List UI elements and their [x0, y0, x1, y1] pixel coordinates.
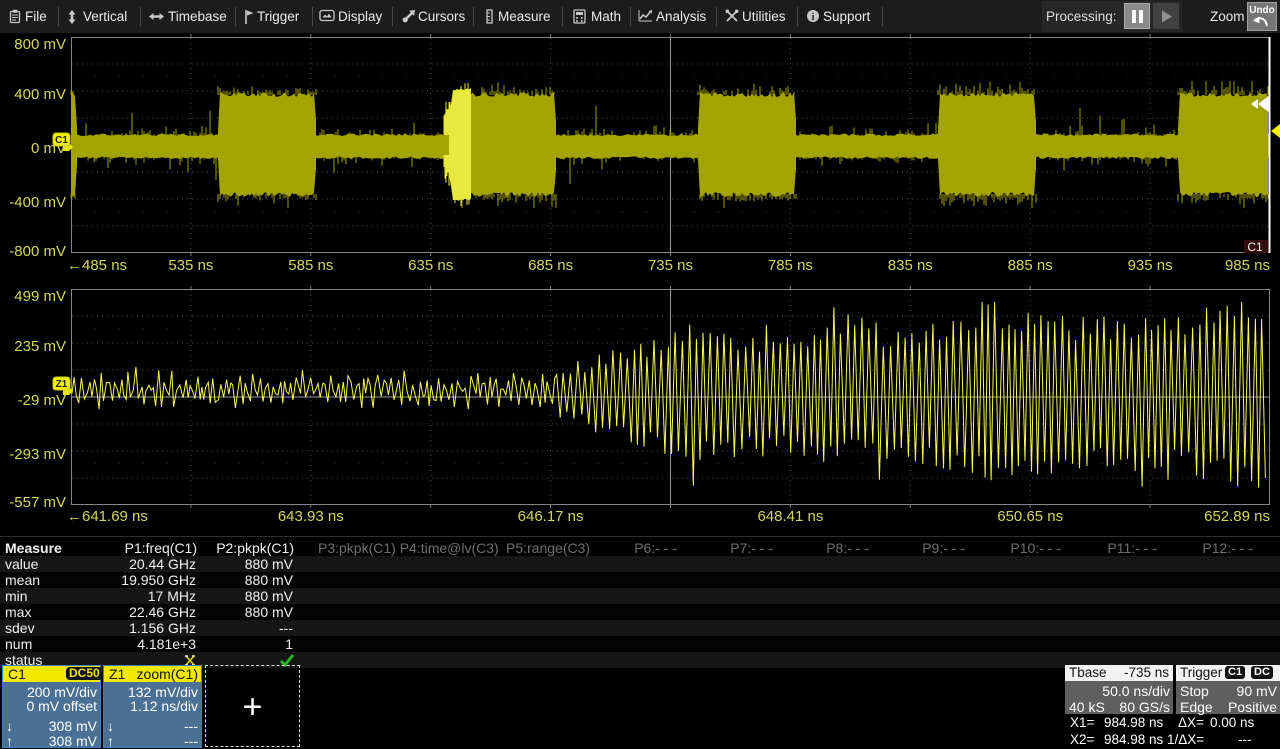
svg-text:←641.69 ns: ←641.69 ns: [67, 508, 148, 525]
svg-text:585 ns: 585 ns: [288, 257, 333, 274]
svg-text:-293 mV: -293 mV: [9, 446, 66, 463]
svg-text:C1: C1: [1247, 240, 1263, 254]
svg-text:985 ns: 985 ns: [1225, 257, 1270, 274]
svg-text:648.41 ns: 648.41 ns: [757, 508, 823, 525]
svg-text:635 ns: 635 ns: [408, 257, 453, 274]
svg-text:885 ns: 885 ns: [1008, 257, 1053, 274]
svg-text:935 ns: 935 ns: [1128, 257, 1173, 274]
svg-text:643.93 ns: 643.93 ns: [278, 508, 344, 525]
svg-text:735 ns: 735 ns: [648, 257, 693, 274]
svg-text:535 ns: 535 ns: [168, 257, 213, 274]
svg-text:646.17 ns: 646.17 ns: [518, 508, 584, 525]
svg-text:650.65 ns: 650.65 ns: [997, 508, 1063, 525]
svg-text:835 ns: 835 ns: [888, 257, 933, 274]
svg-text:785 ns: 785 ns: [768, 257, 813, 274]
svg-text:←485 ns: ←485 ns: [67, 257, 127, 274]
svg-text:-800 mV: -800 mV: [9, 243, 66, 260]
svg-text:400 mV: 400 mV: [14, 86, 66, 103]
svg-text:Z1: Z1: [56, 379, 68, 390]
svg-text:652.89 ns: 652.89 ns: [1204, 508, 1270, 525]
svg-text:-29 mV: -29 mV: [18, 392, 66, 409]
svg-text:685 ns: 685 ns: [528, 257, 573, 274]
svg-text:235 mV: 235 mV: [14, 338, 66, 355]
svg-text:-400 mV: -400 mV: [9, 194, 66, 211]
svg-text:499 mV: 499 mV: [14, 288, 66, 305]
svg-text:i: i: [812, 12, 815, 23]
svg-text:-557 mV: -557 mV: [9, 494, 66, 511]
svg-text:800 mV: 800 mV: [14, 36, 66, 53]
svg-text:0 mV: 0 mV: [31, 140, 66, 157]
